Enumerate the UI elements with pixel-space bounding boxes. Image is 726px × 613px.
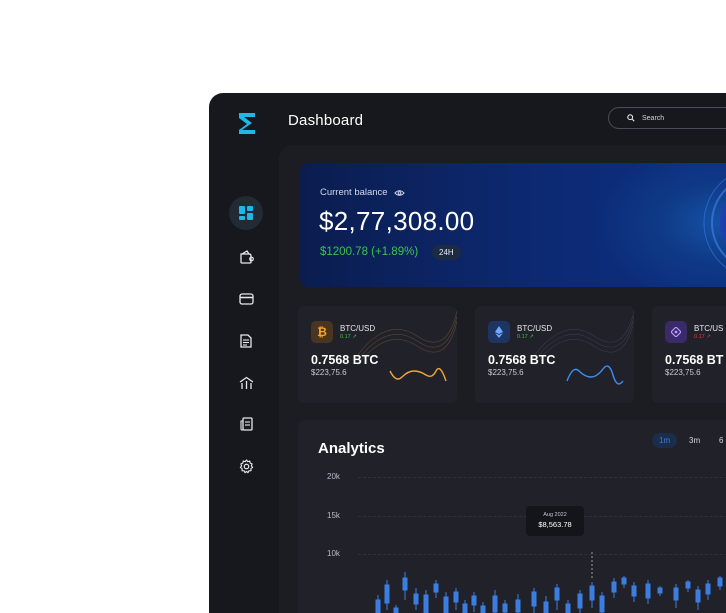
sidebar-item-reports[interactable] [229, 407, 263, 441]
range-1m-button[interactable]: 1m [652, 433, 678, 448]
main-content: Current balance $2,77,308.00 $1200.78 (+… [279, 145, 726, 613]
ethereum-icon [488, 321, 510, 343]
market-chart-icon [239, 376, 253, 389]
credit-card-icon [238, 293, 254, 305]
balance-label-row: Current balance [320, 187, 405, 198]
search-input[interactable]: Search [608, 107, 726, 129]
period-badge[interactable]: 24H [432, 245, 461, 260]
y-axis-tick: 15k [327, 511, 340, 520]
sidebar-item-settings[interactable] [229, 449, 263, 483]
coin-amount: 0.7568 BT [665, 353, 724, 367]
sidebar-item-markets[interactable] [229, 366, 263, 400]
grid-line [358, 477, 726, 478]
coin-card[interactable]: BTC/USD 0.17 ↗ 0.7568 BTC $223,75.6 [475, 306, 634, 403]
bitcoin-icon: ₿ [311, 321, 333, 343]
y-axis-tick: 20k [327, 472, 340, 481]
crypto-orb-graphic [703, 177, 726, 269]
coin-delta: 0.17 ↗ [694, 334, 711, 340]
analytics-panel: Analytics 1m 3m 6 20k 15k 10k Aug 2022 $… [298, 420, 726, 613]
search-icon [627, 114, 635, 122]
document-icon [240, 334, 252, 348]
coin-amount: 0.7568 BTC [488, 353, 556, 367]
coin-usd-value: $223,75.6 [488, 368, 524, 377]
analytics-title: Analytics [318, 440, 385, 457]
sparkline [566, 365, 624, 385]
balance-amount: $2,77,308.00 [319, 206, 475, 236]
app-window: Dashboard Search Current balance $2,77,3… [209, 93, 726, 613]
coin-pair: BTC/US [694, 324, 724, 333]
tooltip-date: Aug 2022 [543, 512, 567, 518]
coin-usd-value: $223,75.6 [311, 368, 347, 377]
sidebar-item-wallet[interactable] [229, 240, 263, 274]
balance-change: $1200.78 (+1.89%) [320, 246, 419, 258]
coin-pair: BTC/USD [340, 324, 376, 333]
eye-icon[interactable] [393, 189, 405, 197]
token-icon [665, 321, 687, 343]
coin-usd-value: $223,75.6 [665, 368, 701, 377]
coin-card[interactable]: ₿ BTC/USD 0.17 ↗ 0.7568 BTC $223,75.6 [298, 306, 457, 403]
coin-card[interactable]: BTC/US 0.17 ↗ 0.7568 BT $223,75.6 [652, 306, 726, 403]
coin-amount: 0.7568 BTC [311, 353, 379, 367]
coin-delta: 0.17 ↗ [517, 334, 534, 340]
balance-label: Current balance [320, 187, 388, 198]
chart-tooltip: Aug 2022 $8,563.78 [526, 506, 584, 536]
y-axis-tick: 10k [327, 549, 340, 558]
sparkline [389, 367, 447, 382]
page-title: Dashboard [288, 112, 364, 129]
gear-icon [239, 458, 253, 473]
coin-pair: BTC/USD [517, 324, 553, 333]
report-icon [239, 417, 253, 431]
dashboard-icon [239, 206, 253, 220]
sidebar-item-cards[interactable] [229, 282, 263, 316]
app-logo-icon[interactable] [236, 110, 258, 136]
coin-delta: 0.17 ↗ [340, 334, 357, 340]
range-6m-button[interactable]: 6 [712, 433, 726, 448]
tooltip-value: $8,563.78 [538, 520, 572, 529]
search-placeholder: Search [642, 114, 665, 122]
wallet-icon [239, 250, 254, 264]
sidebar-item-dashboard[interactable] [229, 196, 263, 230]
sidebar-item-documents[interactable] [229, 324, 263, 358]
balance-card: Current balance $2,77,308.00 $1200.78 (+… [300, 163, 726, 287]
range-3m-button[interactable]: 3m [682, 433, 707, 448]
